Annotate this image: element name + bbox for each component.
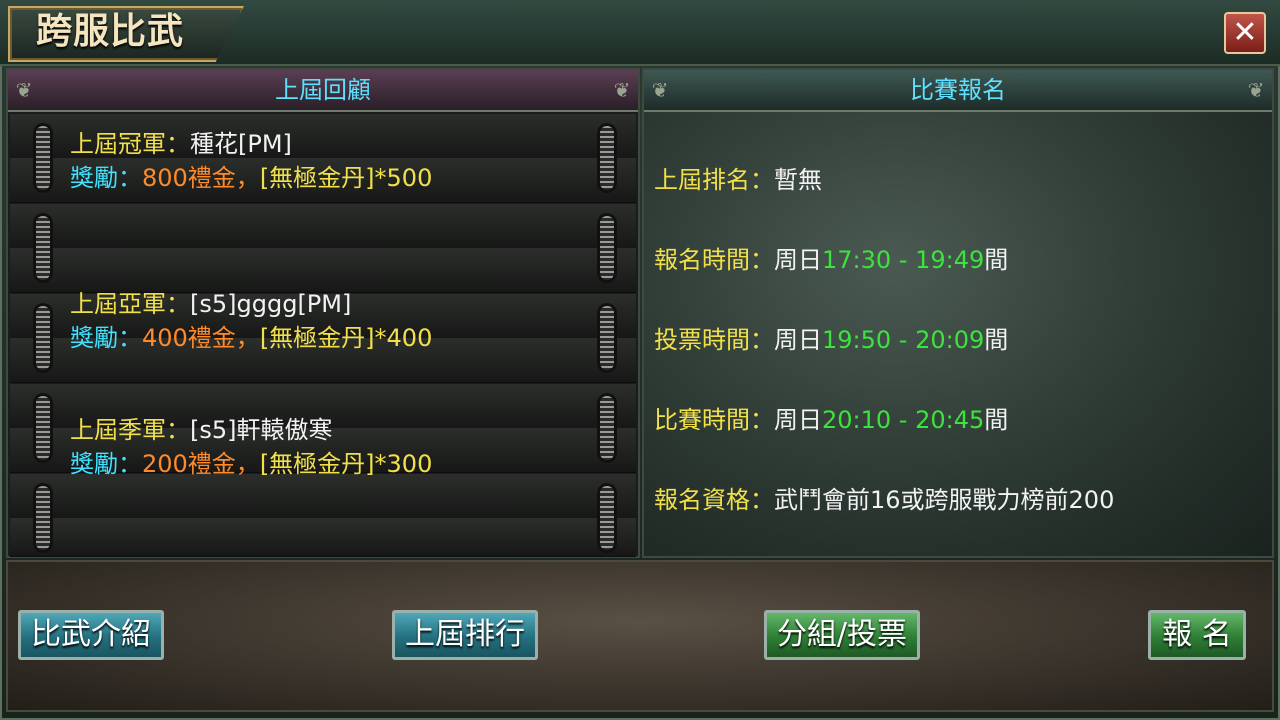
signup-header: ❦ 比賽報名 ❦ [644, 70, 1272, 112]
previous-results-title: 上屆回顧 [275, 76, 371, 104]
spring-icon [36, 306, 50, 370]
spring-icon [36, 396, 50, 460]
signup-time-line: 報名時間：周日17:30 - 19:49間 [654, 240, 1008, 275]
match-time-label: 比賽時間： [654, 406, 774, 434]
third-place-label: 上屆季軍： [70, 416, 190, 444]
group-vote-button[interactable]: 分組/投票 [764, 610, 920, 660]
spring-icon [600, 216, 614, 280]
signup-panel: ❦ 比賽報名 ❦ 上屆排名：暫無 報名時間：周日17:30 - 19:49間 投… [642, 68, 1274, 558]
signup-time-suffix: 間 [984, 246, 1009, 274]
signup-time-range: 17:30 - 19:49 [822, 246, 985, 274]
spring-icon [36, 216, 50, 280]
vote-time-label: 投票時間： [654, 326, 774, 354]
match-time-range: 20:10 - 20:45 [822, 406, 985, 434]
dialog-title: 跨服比武 [36, 11, 185, 52]
runner-up-label: 上屆亞軍： [70, 290, 190, 318]
reward-gold: 200禮金， [142, 450, 260, 478]
reward-gold: 800禮金， [142, 164, 260, 192]
vote-time-line: 投票時間：周日19:50 - 20:09間 [654, 320, 1008, 355]
runner-up-reward-line: 獎勵：400禮金，[無極金丹]*400 [70, 318, 432, 353]
plank-row [10, 204, 636, 249]
vote-time-prefix: 周日 [774, 326, 822, 354]
vote-time-suffix: 間 [984, 326, 1009, 354]
intro-button[interactable]: 比武介紹 [18, 610, 164, 660]
reward-item: [無極金丹]*300 [259, 450, 433, 478]
champion-reward-line: 獎勵：800禮金，[無極金丹]*500 [70, 158, 432, 193]
eligibility-line: 報名資格：武鬥會前16或跨服戰力榜前200 [654, 480, 1114, 515]
eligibility-value: 武鬥會前16或跨服戰力榜前200 [774, 486, 1115, 514]
reward-label: 獎勵： [70, 324, 142, 352]
signup-button[interactable]: 報 名 [1148, 610, 1246, 660]
reward-gold: 400禮金， [142, 324, 260, 352]
signup-title: 比賽報名 [910, 76, 1006, 104]
ornament-icon: ❦ [1247, 78, 1265, 102]
last-rank-line: 上屆排名：暫無 [654, 160, 822, 195]
champion-name: 種花[PM] [190, 130, 292, 158]
title-bar: 跨服比武 ✕ [0, 0, 1280, 66]
vote-time-range: 19:50 - 20:09 [822, 326, 985, 354]
reward-item: [無極金丹]*400 [259, 324, 433, 352]
spring-icon [600, 306, 614, 370]
third-place-name: [s5]軒轅傲寒 [190, 416, 333, 444]
last-rank-value: 暫無 [774, 166, 822, 194]
eligibility-label: 報名資格： [654, 486, 774, 514]
previous-results-panel: ❦ 上屆回顧 ❦ 上屆冠軍：種花[PM] 獎勵：800禮金，[無極金丹]*500… [6, 68, 640, 558]
reward-label: 獎勵： [70, 164, 142, 192]
last-ranking-button[interactable]: 上屆排行 [392, 610, 538, 660]
match-time-suffix: 間 [984, 406, 1009, 434]
reward-item: [無極金丹]*500 [259, 164, 433, 192]
champion-line: 上屆冠軍：種花[PM] [70, 124, 292, 159]
spring-icon [600, 396, 614, 460]
plank-row [10, 474, 636, 519]
bottom-button-bar [6, 560, 1274, 712]
match-time-prefix: 周日 [774, 406, 822, 434]
previous-results-header: ❦ 上屆回顧 ❦ [8, 70, 638, 112]
spring-icon [600, 126, 614, 190]
ornament-icon: ❦ [651, 78, 669, 102]
spring-icon [36, 126, 50, 190]
third-place-line: 上屆季軍：[s5]軒轅傲寒 [70, 410, 333, 445]
spring-icon [36, 486, 50, 550]
champion-label: 上屆冠軍： [70, 130, 190, 158]
ornament-icon: ❦ [15, 78, 33, 102]
ornament-icon: ❦ [613, 78, 631, 102]
reward-label: 獎勵： [70, 450, 142, 478]
signup-time-prefix: 周日 [774, 246, 822, 274]
runner-up-line: 上屆亞軍：[s5]gggg[PM] [70, 284, 351, 319]
match-time-line: 比賽時間：周日20:10 - 20:45間 [654, 400, 1008, 435]
runner-up-name: [s5]gggg[PM] [190, 290, 352, 318]
close-button[interactable]: ✕ [1224, 12, 1266, 54]
spring-icon [600, 486, 614, 550]
last-rank-label: 上屆排名： [654, 166, 774, 194]
signup-time-label: 報名時間： [654, 246, 774, 274]
third-place-reward-line: 獎勵：200禮金，[無極金丹]*300 [70, 444, 432, 479]
plank-row [10, 518, 636, 557]
